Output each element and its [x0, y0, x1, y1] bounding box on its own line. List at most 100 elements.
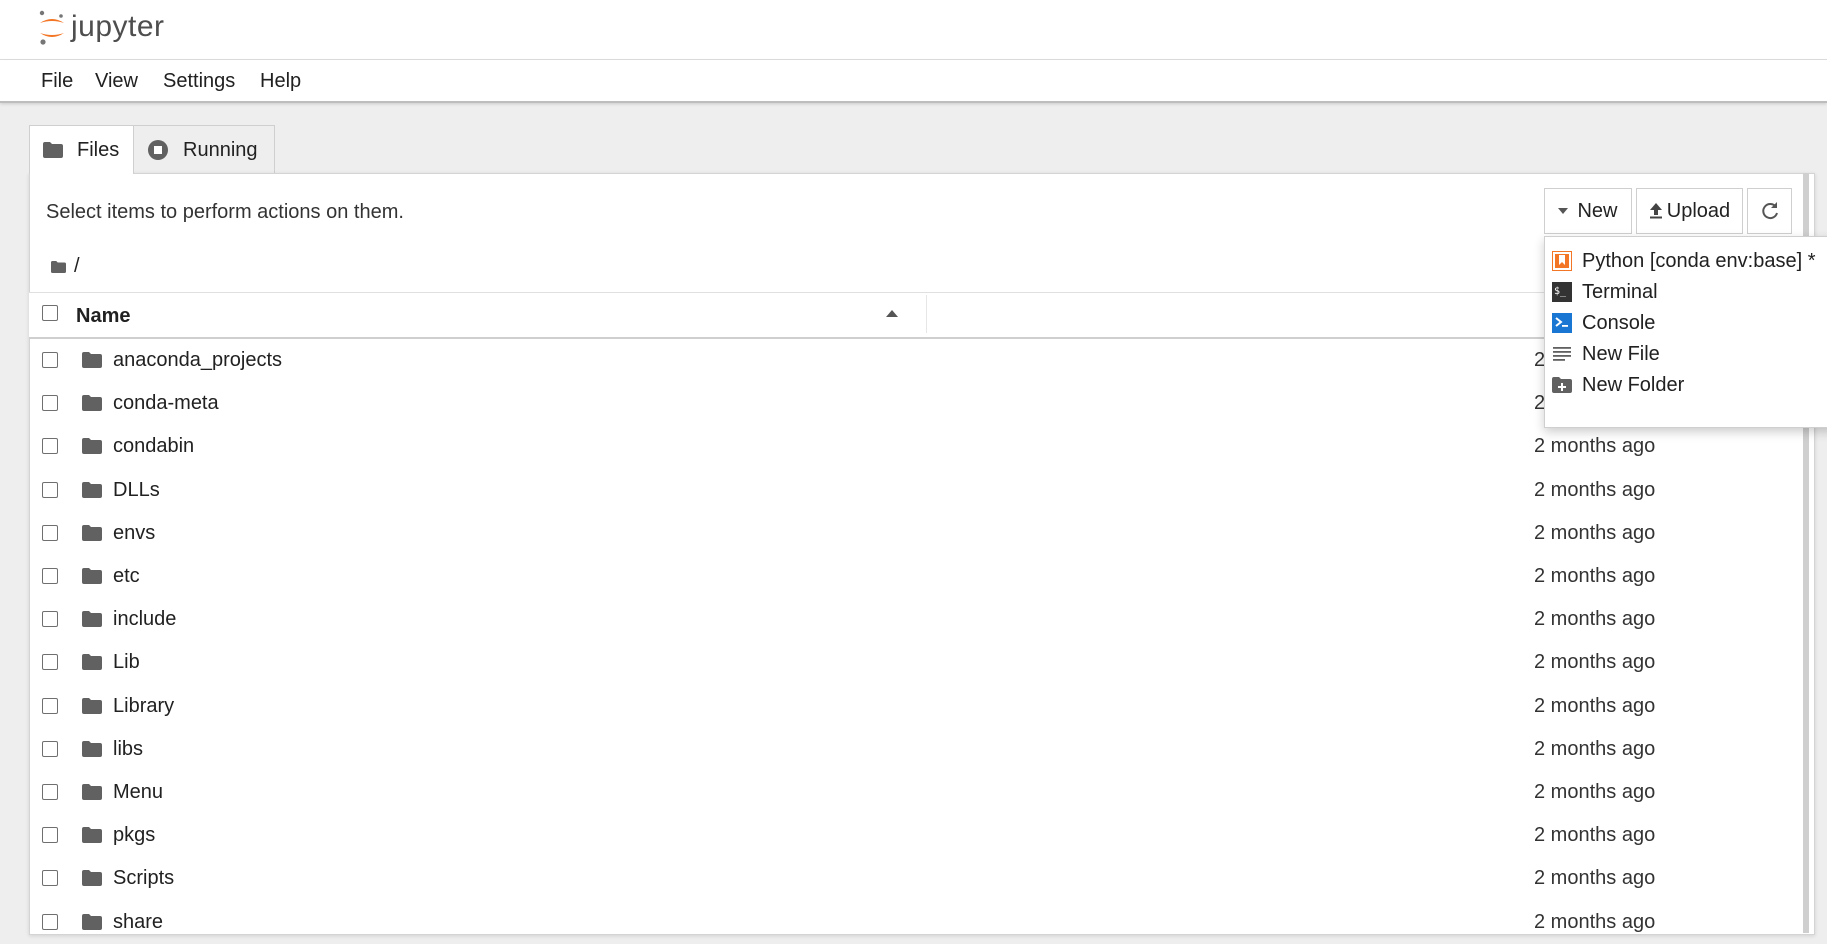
file-modified: 2 months ago: [1534, 608, 1656, 631]
folder-icon: [82, 870, 102, 891]
file-modified: 2 months ago: [1534, 781, 1656, 803]
file-modified: 2 months ago: [1534, 910, 1656, 933]
new-button[interactable]: New: [1544, 188, 1632, 234]
python-notebook-icon: [1552, 251, 1572, 271]
column-divider: [926, 295, 927, 333]
file-row[interactable]: envs 2 months ago: [29, 512, 1813, 555]
file-row[interactable]: Lib 2 months ago: [29, 641, 1813, 684]
new-menu-item-console[interactable]: Console: [1552, 308, 1655, 338]
file-row[interactable]: share 2 months ago: [29, 901, 1813, 944]
row-checkbox[interactable]: [42, 611, 58, 628]
file-row[interactable]: include 2 months ago: [29, 598, 1813, 641]
row-checkbox[interactable]: [42, 827, 58, 844]
file-name[interactable]: Scripts: [113, 867, 174, 890]
menu-help[interactable]: Help: [260, 70, 301, 93]
folder-icon: [82, 654, 102, 675]
file-name[interactable]: share: [113, 911, 163, 934]
file-name[interactable]: etc: [113, 565, 140, 588]
file-row[interactable]: pkgs 2 months ago: [29, 814, 1813, 857]
terminal-icon: $_: [1552, 282, 1572, 302]
file-modified: 2 months ago: [1534, 521, 1656, 544]
row-checkbox[interactable]: [42, 438, 58, 455]
menu-view[interactable]: View: [95, 70, 138, 93]
file-name[interactable]: Lib: [113, 651, 140, 674]
refresh-icon: [1760, 201, 1780, 221]
file-row[interactable]: condabin 2 months ago: [29, 425, 1813, 468]
folder-icon: [82, 524, 102, 546]
top-bar: jupyter: [0, 0, 1827, 60]
new-menu-item-terminal[interactable]: $_ Terminal: [1552, 277, 1658, 307]
breadcrumb[interactable]: /: [51, 255, 80, 278]
tab-files[interactable]: Files: [29, 125, 134, 174]
menu-file[interactable]: File: [41, 70, 73, 93]
file-row[interactable]: Library 2 months ago: [29, 685, 1813, 728]
instructions-text: Select items to perform actions on them.: [46, 201, 404, 223]
file-modified: 2 months ago: [1534, 435, 1656, 458]
sort-ascending-icon[interactable]: [886, 310, 898, 317]
file-name[interactable]: conda-meta: [113, 392, 219, 415]
folder-icon: [82, 913, 102, 935]
file-modified: 2 months ago: [1534, 867, 1656, 890]
row-checkbox[interactable]: [42, 524, 58, 541]
tab-running[interactable]: Running: [133, 125, 275, 174]
row-checkbox[interactable]: [42, 913, 58, 930]
new-menu-item-label: Python [conda env:base] *: [1582, 249, 1816, 272]
console-icon: [1552, 313, 1572, 333]
new-menu-item-label: Terminal: [1582, 280, 1658, 303]
row-checkbox[interactable]: [42, 697, 58, 714]
name-column-header[interactable]: Name: [76, 305, 130, 328]
folder-icon: [82, 611, 102, 632]
file-name[interactable]: pkgs: [113, 824, 155, 847]
file-name[interactable]: condabin: [113, 435, 194, 458]
row-checkbox[interactable]: [42, 654, 58, 671]
running-icon: [147, 139, 169, 161]
jupyter-logo-icon: [39, 10, 64, 45]
upload-button[interactable]: Upload: [1636, 188, 1743, 234]
file-row[interactable]: etc 2 months ago: [29, 555, 1813, 598]
file-name[interactable]: include: [113, 608, 176, 631]
select-all-checkbox[interactable]: [42, 305, 58, 321]
new-menu-item-folder[interactable]: New Folder: [1552, 370, 1684, 400]
file-row[interactable]: Scripts 2 months ago: [29, 857, 1813, 900]
jupyter-logo[interactable]: jupyter: [37, 9, 165, 45]
row-checkbox[interactable]: [42, 352, 58, 368]
menu-bar: File View Settings Help: [0, 60, 1827, 103]
row-checkbox[interactable]: [42, 568, 58, 584]
file-row[interactable]: DLLs 2 months ago: [29, 469, 1813, 512]
new-button-label: New: [1577, 199, 1618, 222]
folder-icon: [82, 481, 102, 503]
file-name[interactable]: DLLs: [113, 479, 160, 502]
new-menu-item-label: Console: [1582, 311, 1656, 334]
caret-down-icon: [1558, 208, 1569, 214]
folder-icon: [82, 395, 102, 416]
file-row[interactable]: libs 2 months ago: [29, 728, 1813, 771]
breadcrumb-path: /: [74, 255, 80, 277]
new-menu-item-label: New Folder: [1582, 373, 1685, 396]
refresh-button[interactable]: [1747, 188, 1792, 234]
file-modified: 2 months ago: [1534, 824, 1656, 847]
menu-settings[interactable]: Settings: [163, 70, 235, 93]
file-name[interactable]: anaconda_projects: [113, 349, 282, 372]
file-name[interactable]: envs: [113, 522, 155, 545]
tab-running-label: Running: [183, 138, 258, 161]
file-row[interactable]: Menu 2 months ago: [29, 771, 1813, 814]
file-name[interactable]: Menu: [113, 781, 163, 804]
new-menu-item-python[interactable]: Python [conda env:base] *: [1552, 246, 1816, 276]
folder-icon: [82, 352, 102, 373]
row-checkbox[interactable]: [42, 481, 58, 498]
new-menu-item-file[interactable]: New File: [1552, 339, 1660, 369]
logo-text: jupyter: [71, 10, 165, 43]
tab-files-label: Files: [77, 138, 120, 161]
row-checkbox[interactable]: [42, 740, 58, 757]
row-checkbox[interactable]: [42, 870, 58, 887]
file-modified: 2 months ago: [1534, 694, 1656, 717]
row-checkbox[interactable]: [42, 395, 58, 412]
file-modified: 2 months ago: [1534, 737, 1656, 760]
row-checkbox[interactable]: [42, 784, 58, 800]
folder-icon: [82, 740, 102, 762]
new-menu-item-label: New File: [1582, 342, 1660, 365]
file-name[interactable]: libs: [113, 738, 143, 761]
folder-icon: [82, 784, 102, 805]
folder-icon: [82, 438, 102, 459]
file-name[interactable]: Library: [113, 695, 174, 718]
